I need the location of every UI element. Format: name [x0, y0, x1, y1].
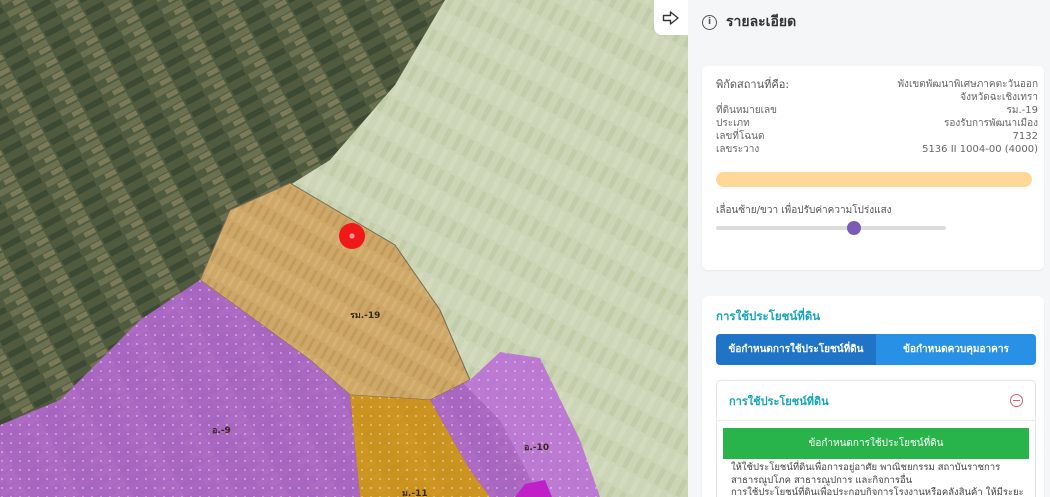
parcel-row: ที่ดินหมายเลข รม.-19: [716, 104, 1038, 117]
arrow-right-icon: [662, 10, 679, 25]
zone-label-o9: อ.-9: [212, 426, 231, 436]
landuse-section-title: การใช้ประโยชน์ที่ดิน: [716, 309, 821, 323]
landuse-tabs: ข้อกำหนดการใช้ประโยชน์ที่ดิน ข้อกำหนดควบ…: [716, 334, 1036, 365]
sheet-value: 5136 II 1004-00 (4000): [922, 144, 1038, 155]
accordion-title: การใช้ประโยชน์ที่ดิน: [729, 394, 829, 408]
location-row: พิกัดสถานที่คือ: พังเขตพัฒนาพิเศษภาคตะวั…: [716, 78, 1038, 104]
accordion-header[interactable]: การใช้ประโยชน์ที่ดิน: [717, 381, 1035, 421]
panel-title: รายละเอียด: [726, 14, 797, 30]
type-label: ประเภท: [716, 118, 750, 129]
deed-label: เลขที่โฉนด: [716, 131, 765, 142]
sheet-row: เลขระวาง 5136 II 1004-00 (4000): [716, 143, 1038, 156]
collapse-panel-button[interactable]: [654, 0, 688, 35]
rules-table-header: ข้อกำหนดการใช้ประโยชน์ที่ดิน: [723, 428, 1029, 459]
map-canvas[interactable]: รม.-19 อ.-9 อ.-10 ม.-11: [0, 0, 688, 497]
info-circle-icon: i: [702, 14, 717, 30]
panel-header: i รายละเอียด: [688, 0, 1050, 44]
parcel-label: ที่ดินหมายเลข: [716, 105, 777, 116]
parcel-detail-card: พิกัดสถานที่คือ: พังเขตพัฒนาพิเศษภาคตะวั…: [702, 66, 1044, 270]
type-row: ประเภท รองรับการพัฒนาเมือง: [716, 117, 1038, 130]
landuse-card: การใช้ประโยชน์ที่ดิน ข้อกำหนดการใช้ประโย…: [702, 296, 1044, 497]
sheet-label: เลขระวาง: [716, 144, 760, 155]
collapse-minus-icon[interactable]: [1010, 394, 1023, 407]
landuse-accordion: การใช้ประโยชน์ที่ดิน ข้อกำหนดการใช้ประโย…: [716, 380, 1036, 497]
location-value: พังเขตพัฒนาพิเศษภาคตะวันออก จังหวัดฉะเชิ…: [897, 79, 1038, 103]
zone-label-rm19: รม.-19: [350, 311, 380, 321]
tab-building-control[interactable]: ข้อกำหนดควบคุมอาคาร: [876, 334, 1036, 365]
opacity-slider-thumb[interactable]: [847, 221, 861, 235]
zone-label-m11: ม.-11: [402, 489, 428, 497]
map-view[interactable]: รม.-19 อ.-9 อ.-10 ม.-11: [0, 0, 688, 497]
deed-value: 7132: [1012, 131, 1038, 142]
tab-landuse-rules[interactable]: ข้อกำหนดการใช้ประโยชน์ที่ดิน: [716, 334, 876, 365]
rules-text: ให้ใช้ประโยชน์ที่ดินเพื่อการอยู่อาศัย พา…: [731, 462, 1027, 497]
deed-row: เลขที่โฉนด 7132: [716, 130, 1038, 143]
zone-color-bar: [716, 172, 1032, 187]
location-marker-icon[interactable]: [339, 223, 365, 249]
parcel-value: รม.-19: [1006, 105, 1038, 116]
rules-line-1: ให้ใช้ประโยชน์ที่ดินเพื่อการอยู่อาศัย พา…: [731, 462, 1001, 473]
zone-label-o10: อ.-10: [524, 443, 549, 453]
opacity-slider-label: เลื่อนซ้าย/ขวา เพื่อปรับค่าความโปร่งแสง: [716, 205, 892, 216]
opacity-slider[interactable]: [716, 221, 946, 235]
type-value: รองรับการพัฒนาเมือง: [944, 118, 1038, 129]
details-panel: i รายละเอียด พิกัดสถานที่คือ: พังเขตพัฒน…: [688, 0, 1050, 497]
rules-line-3: การใช้ประโยชน์ที่ดินเพื่อประกอบกิจการโรง…: [731, 487, 1024, 497]
location-label: พิกัดสถานที่คือ:: [716, 78, 790, 91]
rules-line-2: สาธารณูปโภค สาธารณูปการ และกิจการอื่น: [731, 474, 913, 486]
